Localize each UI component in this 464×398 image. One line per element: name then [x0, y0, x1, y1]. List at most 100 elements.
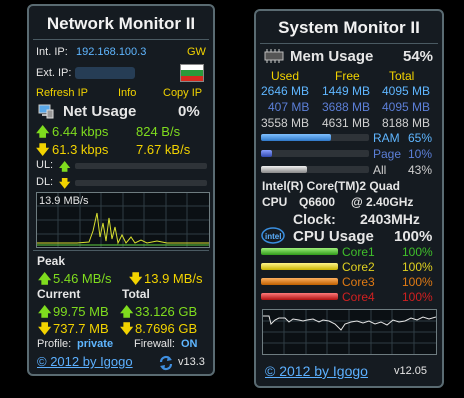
- core1-bar-fill: [261, 248, 338, 255]
- total-download-arrow-icon: 🡇: [120, 321, 134, 336]
- upload-bytes-per-sec: 824 B/s: [136, 124, 181, 139]
- refresh-ip-link[interactable]: Refresh IP: [36, 87, 88, 99]
- network-computer-icon: [38, 104, 54, 119]
- page-bar-label: Page: [373, 147, 402, 161]
- total-download: 8.7696 GB: [135, 321, 198, 336]
- network-monitor-title: Network Monitor II: [46, 14, 196, 33]
- total-upload: 33.126 GB: [135, 304, 198, 319]
- ram-bar: [261, 134, 369, 141]
- ram-bar-percent: 65%: [408, 131, 433, 145]
- version-label: v12.05: [394, 365, 428, 377]
- all-bar: [261, 166, 369, 173]
- refresh-icon[interactable]: [158, 355, 174, 371]
- upload-kbps: 6.44 kbps: [52, 124, 109, 139]
- core1-label: Core1: [342, 245, 375, 259]
- download-meter: [75, 180, 207, 186]
- current-label: Current: [37, 287, 81, 301]
- peak-label: Peak: [37, 254, 66, 268]
- cpu-speed: @ 2.40GHz: [351, 195, 414, 209]
- peak-upload: 5.46 MB/s: [53, 271, 112, 286]
- system-monitor-title: System Monitor II: [278, 18, 420, 37]
- ram-free: 1449 MB: [322, 84, 371, 98]
- footer-link[interactable]: © 2012 by Igogo: [265, 363, 368, 379]
- divider: [33, 250, 209, 251]
- core2-bar: [261, 263, 338, 270]
- core2-percent: 100%: [402, 260, 433, 274]
- all-total: 8188 MB: [382, 116, 431, 130]
- page-total: 4095 MB: [382, 100, 431, 114]
- page-bar: [261, 150, 369, 157]
- core3-bar-fill: [261, 278, 338, 285]
- divider: [33, 39, 209, 40]
- page-bar-fill: [261, 150, 272, 157]
- graph-scale-label: 13.9 MB/s: [39, 195, 89, 207]
- core1-percent: 100%: [402, 245, 433, 259]
- version-label: v13.3: [178, 356, 205, 368]
- intel-logo-icon: intel: [261, 227, 285, 244]
- clock-value: 2403MHz: [360, 211, 420, 227]
- col-used-header: Used: [271, 69, 300, 83]
- ul-label: UL:: [36, 159, 54, 171]
- ram-bar-fill: [261, 134, 332, 141]
- cpu-usage-percent: 100%: [394, 228, 433, 245]
- all-bar-label: All: [373, 163, 387, 177]
- core3-bar: [261, 278, 338, 285]
- peak-download: 13.9 MB/s: [144, 271, 203, 286]
- download-kbytes-per-sec: 7.67 kB/s: [136, 142, 191, 157]
- all-bar-percent: 43%: [408, 163, 433, 177]
- ext-ip-label: Ext. IP:: [36, 67, 72, 79]
- cpu-model: Q6600: [299, 195, 336, 209]
- ram-used: 2646 MB: [261, 84, 310, 98]
- current-upload: 99.75 MB: [53, 304, 109, 319]
- all-bar-fill: [261, 166, 308, 173]
- page-free: 3688 MB: [322, 100, 371, 114]
- profile-value: private: [77, 338, 114, 350]
- profile-label: Profile:: [37, 338, 72, 350]
- core3-percent: 100%: [402, 275, 433, 289]
- core4-label: Core4: [342, 290, 375, 304]
- info-link[interactable]: Info: [118, 87, 136, 99]
- mem-usage-percent: 54%: [403, 48, 434, 65]
- ext-ip-blurred: [75, 67, 135, 79]
- core1-bar: [261, 248, 338, 255]
- core2-bar-fill: [261, 263, 338, 270]
- current-download: 737.7 MB: [53, 321, 109, 336]
- col-free-header: Free: [335, 69, 360, 83]
- int-ip-value: 192.168.100.3: [76, 46, 147, 58]
- core4-percent: 100%: [402, 290, 433, 304]
- divider: [260, 43, 438, 44]
- gateway-link[interactable]: GW: [187, 46, 206, 58]
- all-free: 4631 MB: [322, 116, 371, 130]
- clock-label: Clock:: [293, 211, 336, 227]
- memory-chip-icon: [263, 49, 285, 63]
- cpu-name: Intel(R) Core(TM)2 Quad: [262, 179, 400, 193]
- ram-total: 4095 MB: [382, 84, 431, 98]
- net-usage-label: Net Usage: [63, 103, 137, 120]
- footer-link[interactable]: © 2012 by Igogo: [37, 354, 133, 369]
- all-used: 3558 MB: [261, 116, 310, 130]
- upload-meter: [75, 163, 207, 169]
- mem-usage-label: Mem Usage: [290, 48, 374, 65]
- country-flag-icon: [180, 64, 204, 82]
- firewall-label: Firewall:: [134, 338, 175, 350]
- page-used: 407 MB: [268, 100, 310, 114]
- dl-label: DL:: [36, 176, 54, 188]
- cpu-usage-graph: [262, 309, 437, 355]
- network-traffic-graph: 13.9 MB/s: [36, 192, 210, 248]
- system-monitor-gadget: System Monitor II Mem Usage 54% Used Fre…: [254, 9, 444, 388]
- network-monitor-gadget: Network Monitor II Int. IP: 192.168.100.…: [27, 4, 215, 376]
- core4-bar-fill: [261, 293, 338, 300]
- ram-bar-label: RAM: [373, 131, 400, 145]
- total-label: Total: [122, 287, 150, 301]
- cpu-model-prefix: CPU: [262, 195, 288, 209]
- download-kbps: 61.3 kbps: [52, 142, 109, 157]
- net-usage-percent: 0%: [178, 103, 200, 120]
- firewall-value: ON: [181, 338, 198, 350]
- core4-bar: [261, 293, 338, 300]
- int-ip-label: Int. IP:: [36, 46, 68, 58]
- copy-ip-link[interactable]: Copy IP: [163, 87, 202, 99]
- core3-label: Core3: [342, 275, 375, 289]
- col-total-header: Total: [389, 69, 415, 83]
- svg-text:intel: intel: [265, 232, 281, 241]
- core2-label: Core2: [342, 260, 375, 274]
